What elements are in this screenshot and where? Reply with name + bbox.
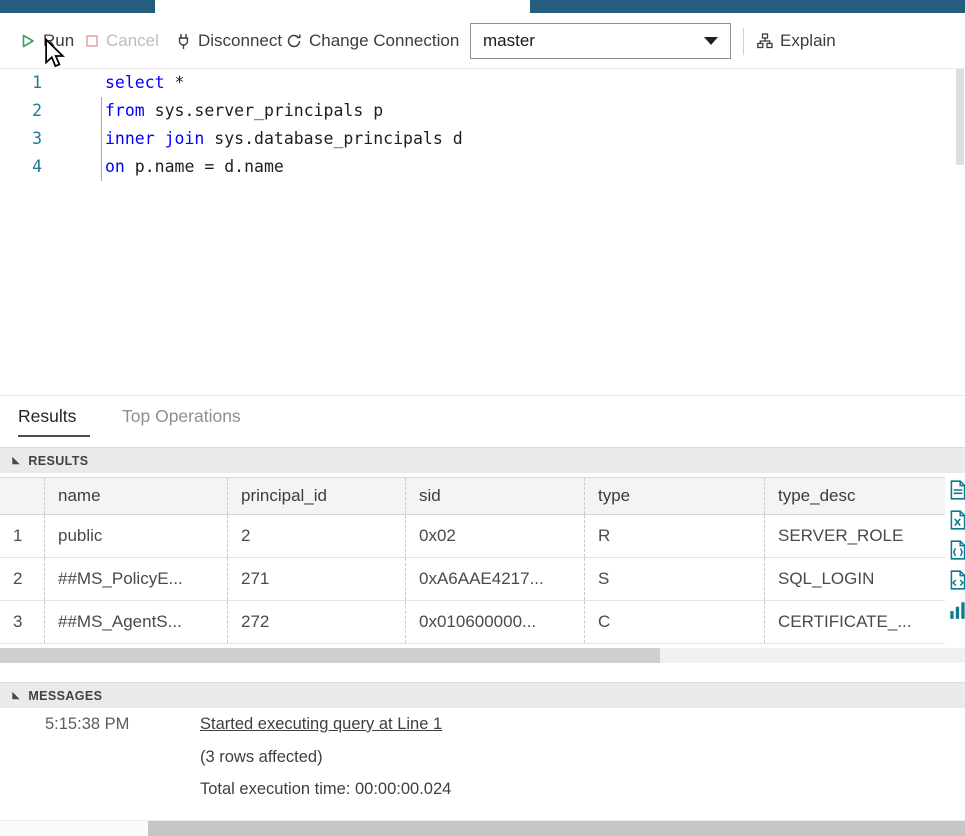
database-dropdown-value: master — [483, 31, 535, 51]
line-number: 3 — [0, 125, 42, 153]
message-execution-time: Total execution time: 00:00:00.024 — [200, 780, 451, 799]
change-connection-button[interactable]: Change Connection — [286, 13, 459, 69]
grid-header-row: name principal_id sid type type_desc — [0, 477, 945, 515]
column-header-principal-id[interactable]: principal_id — [228, 478, 406, 514]
sql-keyword: inner join — [105, 129, 204, 148]
grid-cell[interactable]: SQL_LOGIN — [765, 558, 945, 600]
cancel-icon — [85, 34, 99, 48]
explain-icon — [757, 33, 773, 49]
results-section-label: RESULTS — [28, 454, 88, 468]
active-tab-underline — [18, 435, 90, 437]
column-header-name[interactable]: name — [45, 478, 228, 514]
grid-cell[interactable]: 0xA6AAE4217... — [406, 558, 585, 600]
run-icon — [20, 33, 36, 49]
messages-section-header[interactable]: ◢ MESSAGES — [0, 682, 965, 708]
grid-actions-rail — [945, 479, 965, 639]
results-section-header[interactable]: ◢ RESULTS — [0, 447, 965, 473]
column-header-type[interactable]: type — [585, 478, 765, 514]
grid-cell[interactable]: 2 — [228, 515, 406, 557]
code-line: inner join sys.database_principals d — [105, 125, 463, 153]
message-query-link[interactable]: Started executing query at Line 1 — [200, 715, 442, 734]
cancel-label: Cancel — [106, 31, 159, 51]
line-number: 4 — [0, 153, 42, 181]
grid-row: 1 public 2 0x02 R SERVER_ROLE — [0, 515, 945, 558]
disconnect-icon — [176, 33, 191, 50]
grid-scrollbar-thumb[interactable] — [0, 648, 660, 663]
mouse-cursor-icon — [43, 38, 65, 68]
grid-row: 2 ##MS_PolicyE... 271 0xA6AAE4217... S S… — [0, 558, 945, 601]
editor-line[interactable]: 1 select * — [0, 69, 965, 97]
results-grid: name principal_id sid type type_desc 1 p… — [0, 477, 945, 644]
sql-text: sys.database_principals d — [204, 129, 462, 148]
column-header-type-desc[interactable]: type_desc — [765, 478, 945, 514]
grid-cell[interactable]: ##MS_PolicyE... — [45, 558, 228, 600]
grid-cell[interactable]: 272 — [228, 601, 406, 643]
sql-editor[interactable]: 1 select * 2 from sys.server_principals … — [0, 69, 965, 395]
indent-guide — [101, 97, 102, 181]
message-rows-affected: (3 rows affected) — [200, 748, 323, 767]
active-editor-tab[interactable] — [155, 0, 530, 13]
save-json-icon[interactable] — [947, 539, 965, 561]
line-number: 2 — [0, 97, 42, 125]
sql-keyword: from — [105, 101, 145, 120]
change-connection-label: Change Connection — [309, 31, 459, 51]
sql-keyword: select — [105, 73, 165, 92]
grid-horizontal-scrollbar[interactable] — [0, 648, 965, 663]
editor-scrollbar[interactable] — [956, 69, 964, 165]
grid-row: 3 ##MS_AgentS... 272 0x010600000... C CE… — [0, 601, 945, 644]
chart-icon[interactable] — [947, 599, 965, 621]
sql-keyword: on — [105, 157, 125, 176]
tab-results[interactable]: Results — [18, 406, 76, 427]
grid-cell[interactable]: SERVER_ROLE — [765, 515, 945, 557]
results-panel-tabbar: Results Top Operations — [0, 395, 965, 441]
explain-label: Explain — [780, 31, 836, 51]
row-number-cell[interactable]: 1 — [0, 515, 45, 557]
grid-cell[interactable]: 0x02 — [406, 515, 585, 557]
code-line: from sys.server_principals p — [105, 97, 383, 125]
message-timestamp: 5:15:38 PM — [45, 715, 129, 734]
disconnect-label: Disconnect — [198, 31, 282, 51]
grid-cell[interactable]: R — [585, 515, 765, 557]
panel-horizontal-scrollbar[interactable] — [0, 820, 965, 836]
sql-text: p.name = d.name — [125, 157, 284, 176]
grid-cell[interactable]: C — [585, 601, 765, 643]
grid-cell[interactable]: ##MS_AgentS... — [45, 601, 228, 643]
messages-section-label: MESSAGES — [28, 689, 102, 703]
editor-line[interactable]: 3 inner join sys.database_principals d — [0, 125, 965, 153]
cancel-button[interactable]: Cancel — [85, 13, 159, 69]
save-xml-icon[interactable] — [947, 569, 965, 591]
grid-cell[interactable]: 0x010600000... — [406, 601, 585, 643]
row-number-cell[interactable]: 3 — [0, 601, 45, 643]
collapse-triangle-icon: ◢ — [12, 690, 19, 701]
column-header-sid[interactable]: sid — [406, 478, 585, 514]
grid-cell[interactable]: S — [585, 558, 765, 600]
code-line: select * — [105, 69, 184, 97]
line-number: 1 — [0, 69, 42, 97]
dropdown-arrow-icon — [704, 37, 718, 45]
sql-text: * — [165, 73, 185, 92]
panel-scrollbar-thumb[interactable] — [148, 821, 965, 836]
row-number-header[interactable] — [0, 478, 45, 514]
editor-line[interactable]: 2 from sys.server_principals p — [0, 97, 965, 125]
change-connection-icon — [286, 33, 302, 49]
query-toolbar: Run Cancel Disconnect Change Connection … — [0, 13, 965, 69]
row-number-cell[interactable]: 2 — [0, 558, 45, 600]
tab-top-operations[interactable]: Top Operations — [122, 406, 241, 427]
database-dropdown[interactable]: master — [470, 23, 731, 59]
grid-cell[interactable]: 271 — [228, 558, 406, 600]
code-line: on p.name = d.name — [105, 153, 284, 181]
collapse-triangle-icon: ◢ — [12, 455, 19, 466]
sql-text: sys.server_principals p — [145, 101, 383, 120]
grid-cell[interactable]: CERTIFICATE_... — [765, 601, 945, 643]
explain-button[interactable]: Explain — [757, 13, 836, 69]
query-editor-window: Run Cancel Disconnect Change Connection … — [0, 0, 965, 836]
editor-tab-bar — [0, 0, 965, 13]
toolbar-separator — [743, 28, 744, 55]
save-csv-icon[interactable] — [947, 479, 965, 501]
editor-line[interactable]: 4 on p.name = d.name — [0, 153, 965, 181]
grid-cell[interactable]: public — [45, 515, 228, 557]
disconnect-button[interactable]: Disconnect — [176, 13, 282, 69]
save-excel-icon[interactable] — [947, 509, 965, 531]
